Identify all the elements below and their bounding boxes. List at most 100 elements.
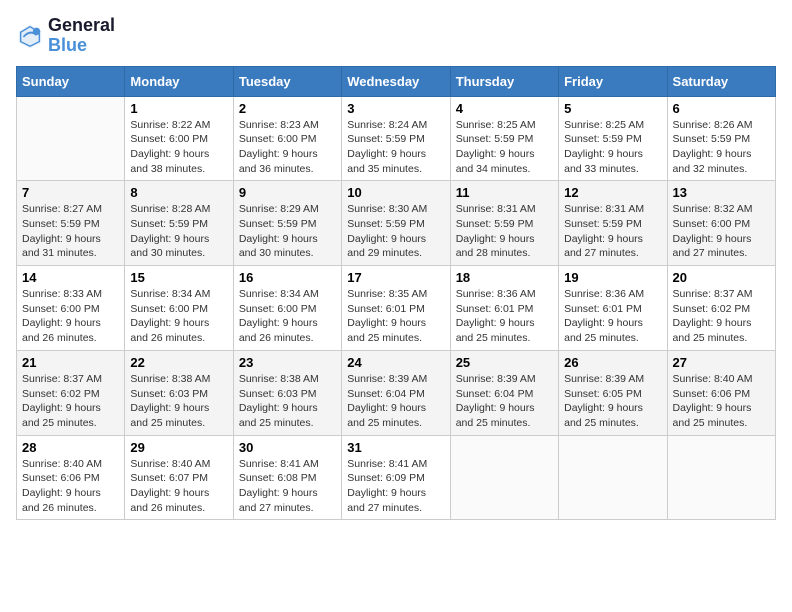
cell-info: Sunrise: 8:22 AMSunset: 6:00 PMDaylight:…	[130, 118, 227, 177]
cell-info: Sunrise: 8:29 AMSunset: 5:59 PMDaylight:…	[239, 202, 336, 261]
cell-info: Sunrise: 8:40 AMSunset: 6:06 PMDaylight:…	[22, 457, 119, 516]
day-number: 23	[239, 355, 336, 370]
calendar-table: SundayMondayTuesdayWednesdayThursdayFrid…	[16, 66, 776, 521]
cell-info: Sunrise: 8:26 AMSunset: 5:59 PMDaylight:…	[673, 118, 770, 177]
day-number: 5	[564, 101, 661, 116]
calendar-cell: 24 Sunrise: 8:39 AMSunset: 6:04 PMDayligh…	[342, 350, 450, 435]
cell-info: Sunrise: 8:31 AMSunset: 5:59 PMDaylight:…	[456, 202, 553, 261]
calendar-cell: 23 Sunrise: 8:38 AMSunset: 6:03 PMDayligh…	[233, 350, 341, 435]
calendar-cell: 6 Sunrise: 8:26 AMSunset: 5:59 PMDaylight…	[667, 96, 775, 181]
calendar-cell: 17 Sunrise: 8:35 AMSunset: 6:01 PMDayligh…	[342, 266, 450, 351]
day-number: 15	[130, 270, 227, 285]
calendar-cell: 30 Sunrise: 8:41 AMSunset: 6:08 PMDayligh…	[233, 435, 341, 520]
day-number: 7	[22, 185, 119, 200]
day-number: 22	[130, 355, 227, 370]
day-number: 14	[22, 270, 119, 285]
day-number: 20	[673, 270, 770, 285]
calendar-body: 1 Sunrise: 8:22 AMSunset: 6:00 PMDaylight…	[17, 96, 776, 520]
cell-info: Sunrise: 8:39 AMSunset: 6:04 PMDaylight:…	[347, 372, 444, 431]
week-row-4: 21 Sunrise: 8:37 AMSunset: 6:02 PMDayligh…	[17, 350, 776, 435]
day-number: 21	[22, 355, 119, 370]
calendar-cell: 7 Sunrise: 8:27 AMSunset: 5:59 PMDaylight…	[17, 181, 125, 266]
calendar-cell: 19 Sunrise: 8:36 AMSunset: 6:01 PMDayligh…	[559, 266, 667, 351]
day-number: 3	[347, 101, 444, 116]
cell-info: Sunrise: 8:38 AMSunset: 6:03 PMDaylight:…	[130, 372, 227, 431]
page-header: General Blue	[16, 16, 776, 56]
week-row-2: 7 Sunrise: 8:27 AMSunset: 5:59 PMDaylight…	[17, 181, 776, 266]
cell-info: Sunrise: 8:34 AMSunset: 6:00 PMDaylight:…	[130, 287, 227, 346]
week-row-5: 28 Sunrise: 8:40 AMSunset: 6:06 PMDayligh…	[17, 435, 776, 520]
cell-info: Sunrise: 8:28 AMSunset: 5:59 PMDaylight:…	[130, 202, 227, 261]
day-number: 18	[456, 270, 553, 285]
cell-info: Sunrise: 8:31 AMSunset: 5:59 PMDaylight:…	[564, 202, 661, 261]
day-number: 29	[130, 440, 227, 455]
day-number: 11	[456, 185, 553, 200]
week-row-1: 1 Sunrise: 8:22 AMSunset: 6:00 PMDaylight…	[17, 96, 776, 181]
cell-info: Sunrise: 8:38 AMSunset: 6:03 PMDaylight:…	[239, 372, 336, 431]
calendar-cell: 28 Sunrise: 8:40 AMSunset: 6:06 PMDayligh…	[17, 435, 125, 520]
calendar-cell: 15 Sunrise: 8:34 AMSunset: 6:00 PMDayligh…	[125, 266, 233, 351]
calendar-cell	[17, 96, 125, 181]
cell-info: Sunrise: 8:37 AMSunset: 6:02 PMDaylight:…	[673, 287, 770, 346]
cell-info: Sunrise: 8:34 AMSunset: 6:00 PMDaylight:…	[239, 287, 336, 346]
day-number: 24	[347, 355, 444, 370]
calendar-cell: 29 Sunrise: 8:40 AMSunset: 6:07 PMDayligh…	[125, 435, 233, 520]
day-number: 6	[673, 101, 770, 116]
cell-info: Sunrise: 8:37 AMSunset: 6:02 PMDaylight:…	[22, 372, 119, 431]
calendar-cell: 16 Sunrise: 8:34 AMSunset: 6:00 PMDayligh…	[233, 266, 341, 351]
calendar-cell: 13 Sunrise: 8:32 AMSunset: 6:00 PMDayligh…	[667, 181, 775, 266]
day-number: 2	[239, 101, 336, 116]
day-number: 19	[564, 270, 661, 285]
calendar-cell	[559, 435, 667, 520]
cell-info: Sunrise: 8:36 AMSunset: 6:01 PMDaylight:…	[564, 287, 661, 346]
day-number: 31	[347, 440, 444, 455]
day-number: 25	[456, 355, 553, 370]
day-number: 17	[347, 270, 444, 285]
logo-text: General Blue	[48, 16, 115, 56]
cell-info: Sunrise: 8:40 AMSunset: 6:07 PMDaylight:…	[130, 457, 227, 516]
cell-info: Sunrise: 8:27 AMSunset: 5:59 PMDaylight:…	[22, 202, 119, 261]
day-number: 27	[673, 355, 770, 370]
calendar-cell: 8 Sunrise: 8:28 AMSunset: 5:59 PMDaylight…	[125, 181, 233, 266]
header-day-saturday: Saturday	[667, 66, 775, 96]
cell-info: Sunrise: 8:25 AMSunset: 5:59 PMDaylight:…	[456, 118, 553, 177]
header-row: SundayMondayTuesdayWednesdayThursdayFrid…	[17, 66, 776, 96]
cell-info: Sunrise: 8:36 AMSunset: 6:01 PMDaylight:…	[456, 287, 553, 346]
calendar-cell: 4Sunrise: 8:25 AMSunset: 5:59 PMDaylight…	[450, 96, 558, 181]
cell-info: Sunrise: 8:30 AMSunset: 5:59 PMDaylight:…	[347, 202, 444, 261]
calendar-header: SundayMondayTuesdayWednesdayThursdayFrid…	[17, 66, 776, 96]
day-number: 1	[130, 101, 227, 116]
header-day-thursday: Thursday	[450, 66, 558, 96]
cell-info: Sunrise: 8:32 AMSunset: 6:00 PMDaylight:…	[673, 202, 770, 261]
calendar-cell: 9Sunrise: 8:29 AMSunset: 5:59 PMDaylight…	[233, 181, 341, 266]
header-day-friday: Friday	[559, 66, 667, 96]
header-day-tuesday: Tuesday	[233, 66, 341, 96]
calendar-cell: 20 Sunrise: 8:37 AMSunset: 6:02 PMDayligh…	[667, 266, 775, 351]
day-number: 16	[239, 270, 336, 285]
calendar-cell: 12 Sunrise: 8:31 AMSunset: 5:59 PMDayligh…	[559, 181, 667, 266]
calendar-cell: 26Sunrise: 8:39 AMSunset: 6:05 PMDayligh…	[559, 350, 667, 435]
header-day-sunday: Sunday	[17, 66, 125, 96]
day-number: 12	[564, 185, 661, 200]
calendar-cell: 14 Sunrise: 8:33 AMSunset: 6:00 PMDayligh…	[17, 266, 125, 351]
cell-info: Sunrise: 8:35 AMSunset: 6:01 PMDaylight:…	[347, 287, 444, 346]
calendar-cell: 25 Sunrise: 8:39 AMSunset: 6:04 PMDayligh…	[450, 350, 558, 435]
day-number: 28	[22, 440, 119, 455]
calendar-cell: 31Sunrise: 8:41 AMSunset: 6:09 PMDayligh…	[342, 435, 450, 520]
cell-info: Sunrise: 8:23 AMSunset: 6:00 PMDaylight:…	[239, 118, 336, 177]
cell-info: Sunrise: 8:33 AMSunset: 6:00 PMDaylight:…	[22, 287, 119, 346]
cell-info: Sunrise: 8:24 AMSunset: 5:59 PMDaylight:…	[347, 118, 444, 177]
cell-info: Sunrise: 8:39 AMSunset: 6:04 PMDaylight:…	[456, 372, 553, 431]
header-day-monday: Monday	[125, 66, 233, 96]
header-day-wednesday: Wednesday	[342, 66, 450, 96]
cell-info: Sunrise: 8:40 AMSunset: 6:06 PMDaylight:…	[673, 372, 770, 431]
calendar-cell	[667, 435, 775, 520]
day-number: 30	[239, 440, 336, 455]
day-number: 13	[673, 185, 770, 200]
day-number: 8	[130, 185, 227, 200]
day-number: 26	[564, 355, 661, 370]
calendar-cell: 1 Sunrise: 8:22 AMSunset: 6:00 PMDaylight…	[125, 96, 233, 181]
calendar-cell: 3 Sunrise: 8:24 AMSunset: 5:59 PMDaylight…	[342, 96, 450, 181]
cell-info: Sunrise: 8:41 AMSunset: 6:08 PMDaylight:…	[239, 457, 336, 516]
calendar-cell: 10Sunrise: 8:30 AMSunset: 5:59 PMDayligh…	[342, 181, 450, 266]
